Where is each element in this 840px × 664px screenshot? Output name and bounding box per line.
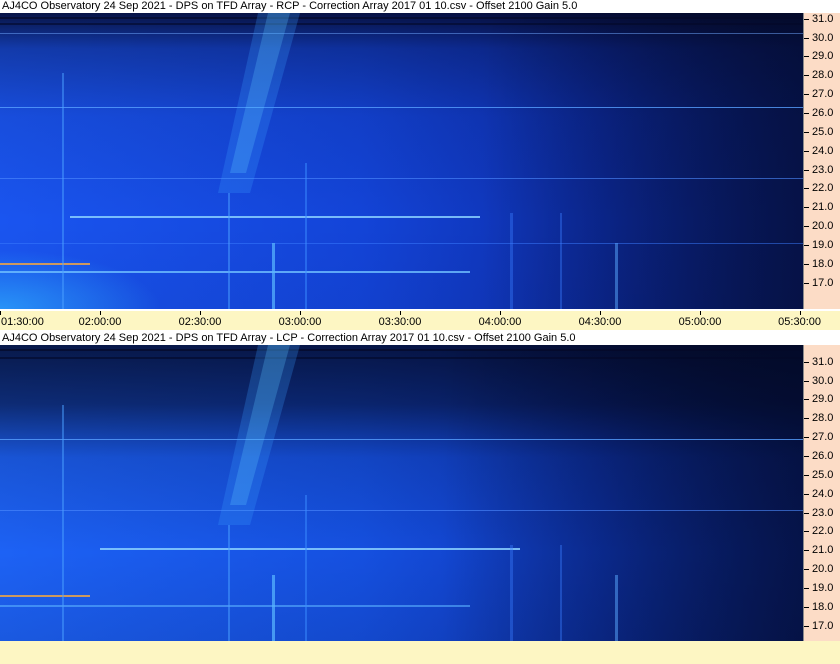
freq-tick	[804, 494, 809, 495]
freq-label: 20.0	[812, 563, 834, 575]
time-label: 04:30:00	[578, 316, 622, 328]
spectrogram-lcp-image	[0, 345, 803, 641]
freq-tick	[804, 226, 809, 227]
freq-tick	[804, 132, 809, 133]
freq-label: 29.0	[812, 393, 834, 405]
freq-label: 30.0	[812, 32, 834, 44]
time-tick	[100, 311, 101, 315]
freq-label: 17.0	[812, 277, 834, 289]
freq-tick	[804, 456, 809, 457]
freq-label: 25.0	[812, 126, 834, 138]
time-axis: 01:30:00 02:00:00 02:30:00 03:00:00 03:3…	[0, 311, 840, 330]
time-label: 02:30:00	[178, 316, 222, 328]
freq-label: 23.0	[812, 507, 834, 519]
freq-tick	[804, 264, 809, 265]
freq-label: 27.0	[812, 431, 834, 443]
freq-label: 19.0	[812, 582, 834, 594]
freq-label: 30.0	[812, 375, 834, 387]
freq-tick	[804, 19, 809, 20]
freq-label: 18.0	[812, 258, 834, 270]
freq-tick	[804, 170, 809, 171]
freq-tick	[804, 75, 809, 76]
freq-label: 20.0	[812, 220, 834, 232]
time-tick	[400, 311, 401, 315]
freq-tick	[804, 588, 809, 589]
freq-label: 22.0	[812, 525, 834, 537]
freq-label: 24.0	[812, 145, 834, 157]
time-tick	[300, 311, 301, 315]
bottom-time-axis-band	[0, 641, 840, 664]
time-label: 03:00:00	[278, 316, 322, 328]
time-tick	[800, 311, 801, 315]
freq-label: 26.0	[812, 450, 834, 462]
freq-label: 26.0	[812, 107, 834, 119]
freq-label: 29.0	[812, 50, 834, 62]
spectrogram-rcp-image	[0, 13, 803, 309]
freq-label: 27.0	[812, 88, 834, 100]
time-tick	[700, 311, 701, 315]
freq-tick	[804, 513, 809, 514]
freq-label: 19.0	[812, 239, 834, 251]
time-label: 03:30:00	[378, 316, 422, 328]
time-tick	[200, 311, 201, 315]
freq-tick	[804, 362, 809, 363]
freq-tick	[804, 569, 809, 570]
freq-label: 28.0	[812, 69, 834, 81]
freq-tick	[804, 550, 809, 551]
freq-tick	[804, 56, 809, 57]
spectrogram-rcp[interactable]	[0, 13, 803, 309]
freq-label: 22.0	[812, 182, 834, 194]
time-tick	[0, 311, 1, 315]
freq-label: 31.0	[812, 356, 834, 368]
freq-tick	[804, 113, 809, 114]
freq-tick	[804, 381, 809, 382]
freq-tick	[804, 399, 809, 400]
time-tick	[600, 311, 601, 315]
freq-label: 18.0	[812, 601, 834, 613]
freq-tick	[804, 418, 809, 419]
time-label: 04:00:00	[478, 316, 522, 328]
freq-label: 23.0	[812, 164, 834, 176]
freq-label: 24.0	[812, 488, 834, 500]
freq-tick	[804, 188, 809, 189]
freq-tick	[804, 531, 809, 532]
time-label: 05:30:00	[778, 316, 821, 328]
freq-tick	[804, 626, 809, 627]
freq-label: 21.0	[812, 544, 834, 556]
freq-tick	[804, 245, 809, 246]
panel-title-rcp: AJ4CO Observatory 24 Sep 2021 - DPS on T…	[0, 0, 840, 13]
time-label: 01:30:00	[1, 316, 44, 328]
freq-tick	[804, 437, 809, 438]
freq-label: 28.0	[812, 412, 834, 424]
freq-tick	[804, 151, 809, 152]
freq-tick	[804, 38, 809, 39]
time-label: 05:00:00	[678, 316, 722, 328]
time-tick	[500, 311, 501, 315]
freq-label: 31.0	[812, 13, 834, 25]
panel-title-lcp: AJ4CO Observatory 24 Sep 2021 - DPS on T…	[0, 332, 840, 345]
spectrogram-lcp[interactable]	[0, 345, 803, 641]
freq-tick	[804, 475, 809, 476]
freq-tick	[804, 207, 809, 208]
frequency-axis-rcp: 31.0 30.0 29.0 28.0 27.0 26.0 25.0 24.0 …	[803, 13, 840, 309]
frequency-axis-lcp: 31.0 30.0 29.0 28.0 27.0 26.0 25.0 24.0 …	[803, 345, 840, 641]
freq-tick	[804, 94, 809, 95]
freq-tick	[804, 283, 809, 284]
freq-label: 25.0	[812, 469, 834, 481]
time-label: 02:00:00	[78, 316, 122, 328]
freq-label: 17.0	[812, 620, 834, 632]
freq-tick	[804, 607, 809, 608]
freq-label: 21.0	[812, 201, 834, 213]
